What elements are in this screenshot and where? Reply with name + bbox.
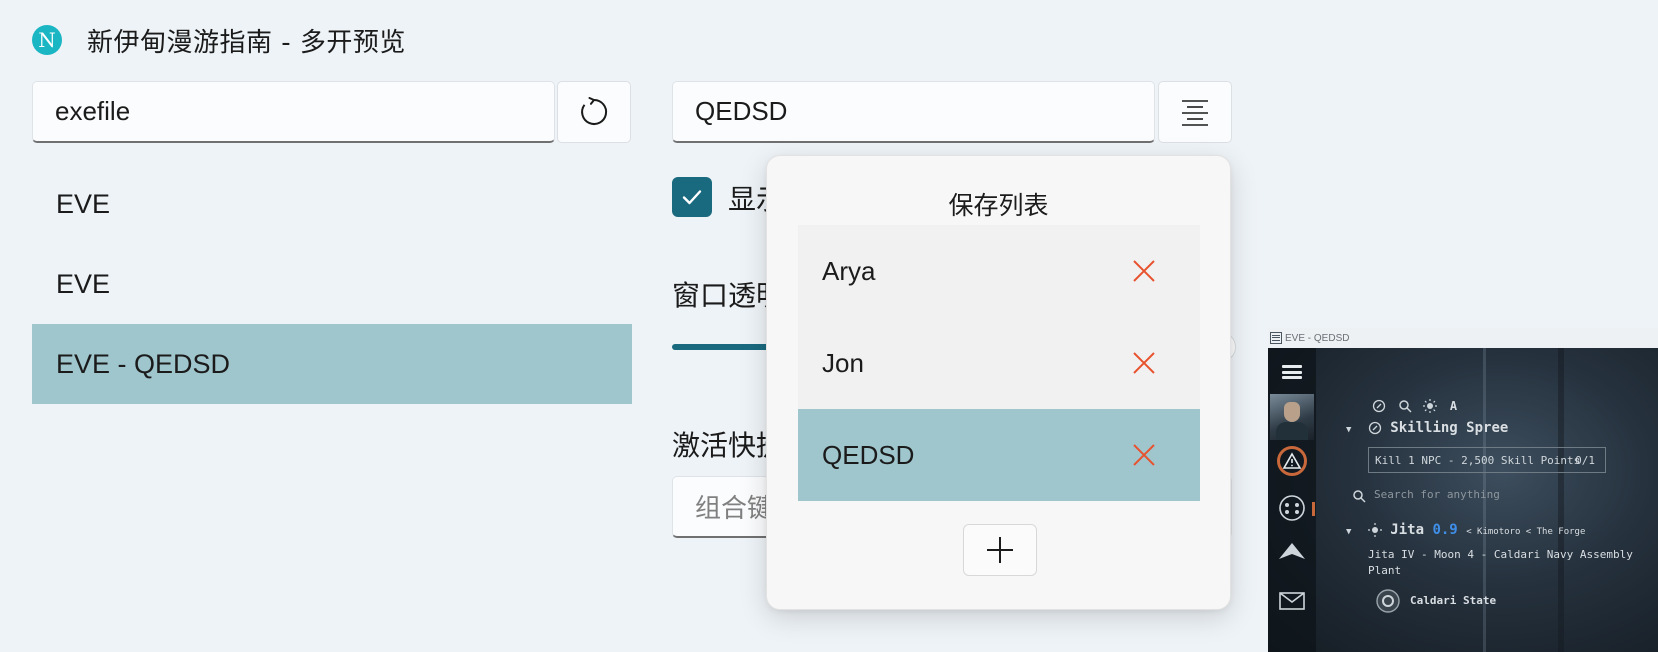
add-button[interactable] (963, 524, 1037, 576)
saved-list-flyout: 保存列表 Arya Jon QEDSD (766, 155, 1231, 610)
window-list-item-selected[interactable]: EVE - QEDSD (32, 324, 632, 404)
indicator-mark (1312, 502, 1315, 516)
ship-icon[interactable] (1277, 538, 1307, 568)
neocom-icon[interactable] (1277, 493, 1307, 523)
mission-title: Skilling Spree (1390, 420, 1509, 436)
saved-item-label: QEDSD (822, 439, 915, 470)
region-path: < Kimotoro < The Forge (1466, 527, 1586, 537)
game-search-input[interactable]: Search for anything (1374, 488, 1500, 501)
checkmark-icon (682, 190, 702, 205)
game-sidebar (1268, 348, 1316, 652)
plus-icon (987, 537, 1013, 563)
profile-name-input[interactable]: QEDSD (672, 81, 1155, 143)
saved-item-label: Jon (822, 347, 864, 378)
preview-window[interactable]: EVE - QEDSD A ▼ Skilling Spree Kill 1 NP… (1268, 328, 1658, 652)
faction-name: Caldari State (1410, 594, 1497, 607)
mission-objective[interactable]: Kill 1 NPC - 2,500 Skill Points 0/1 (1368, 447, 1606, 473)
window-list-item[interactable]: EVE (32, 244, 632, 324)
list-icon (1182, 100, 1208, 126)
character-portrait[interactable] (1270, 394, 1314, 440)
close-icon (1133, 444, 1155, 466)
expand-arrow-icon: ▼ (1346, 425, 1352, 435)
refresh-icon (581, 97, 608, 125)
mission-row[interactable]: ▼ Skilling Spree (1346, 420, 1508, 436)
system-name: Jita (1390, 522, 1425, 538)
search-icon (1398, 399, 1412, 413)
flyout-title: 保存列表 (948, 191, 1049, 220)
alert-icon[interactable] (1277, 446, 1307, 476)
security-status: 0.9 (1432, 522, 1458, 538)
game-screen[interactable]: A ▼ Skilling Spree Kill 1 NPC - 2,500 Sk… (1268, 348, 1658, 652)
title-bar: N 新伊甸漫游指南 - 多开预览 (32, 22, 406, 58)
saved-list-button[interactable] (1158, 81, 1232, 143)
objective-progress: 0/1 (1575, 453, 1595, 467)
refresh-button[interactable] (557, 81, 631, 143)
saved-item-label: Arya (822, 255, 876, 286)
app-window: N 新伊甸漫游指南 - 多开预览 exefile EVE EVE EVE - Q… (0, 0, 1658, 652)
sun-icon (1423, 398, 1438, 413)
window-list-item[interactable]: EVE (32, 164, 632, 244)
star-icon (1367, 523, 1382, 537)
delete-button[interactable] (1130, 349, 1158, 377)
station-line-2: Plant (1368, 564, 1402, 577)
saved-list-item-selected[interactable]: QEDSD (798, 409, 1200, 501)
station-line-1: Jita IV - Moon 4 - Caldari Navy Assembly (1368, 548, 1633, 561)
preview-title: EVE - QEDSD (1285, 332, 1350, 344)
objective-text: Kill 1 NPC - 2,500 Skill Points (1375, 453, 1581, 467)
saved-list-item[interactable]: Arya (798, 225, 1200, 317)
close-icon (1133, 260, 1155, 282)
routing-icon (1372, 399, 1386, 412)
app-logo-icon: N (32, 25, 62, 55)
station-name: Jita IV - Moon 4 - Caldari Navy Assembly… (1368, 547, 1633, 579)
game-toolbar: A (1372, 395, 1457, 414)
window-menu-icon (1270, 332, 1282, 344)
mail-icon[interactable] (1277, 586, 1307, 616)
delete-button[interactable] (1130, 441, 1158, 469)
faction-logo-icon (1376, 589, 1400, 613)
search-icon (1353, 490, 1366, 503)
close-icon (1133, 352, 1155, 374)
location-row[interactable]: ▼ Jita 0.9 < Kimotoro < The Forge (1346, 522, 1585, 538)
process-filter-input[interactable]: exefile (32, 81, 555, 143)
preview-titlebar[interactable]: EVE - QEDSD (1268, 328, 1658, 348)
expand-arrow-icon: ▼ (1346, 527, 1352, 537)
app-title: 新伊甸漫游指南 - 多开预览 (87, 27, 406, 58)
saved-list-item[interactable]: Jon (798, 317, 1200, 409)
show-checkbox[interactable] (672, 177, 712, 217)
mission-icon (1368, 421, 1382, 435)
game-menu-icon[interactable] (1282, 365, 1302, 379)
delete-button[interactable] (1130, 257, 1158, 285)
toolbar-letter: A (1449, 398, 1458, 413)
